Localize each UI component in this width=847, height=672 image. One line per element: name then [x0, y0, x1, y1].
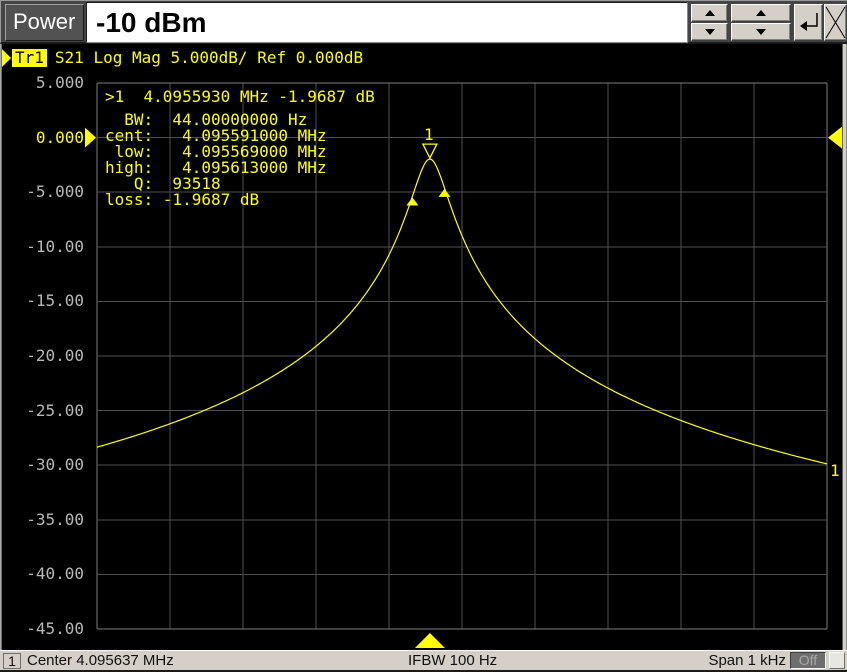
channel-badge: 1 [3, 653, 21, 669]
close-icon [825, 6, 846, 39]
down-arrow-icon [756, 29, 766, 35]
trigger-off-indicator: Off [790, 652, 826, 669]
center-frequency-readout: Center 4.095637 MHz [27, 652, 174, 670]
window-left-edge [0, 44, 2, 650]
up-arrow-icon [705, 10, 715, 16]
enter-icon [798, 10, 820, 36]
bandwidth-search-readout: BW: 44.00000000 Hz cent: 4.095591000 MHz… [105, 112, 327, 208]
ifbw-readout: IFBW 100 Hz [408, 652, 497, 670]
up-arrow-icon [756, 10, 766, 16]
trace-settings-text: S21 Log Mag 5.000dB/ Ref 0.000dB [55, 48, 363, 67]
spin-up-small-button[interactable] [691, 4, 728, 22]
window-right-edge [842, 44, 847, 650]
close-button[interactable] [824, 4, 847, 41]
trace1-badge[interactable]: Tr1 [12, 49, 47, 67]
vna-screen: Power -10 dBm 11 [0, 0, 847, 672]
power-value-field[interactable]: -10 dBm [86, 2, 688, 43]
power-button[interactable]: Power [5, 4, 84, 41]
spin-down-large-button[interactable] [731, 23, 791, 41]
marker1-readout: >1 4.0955930 MHz -1.9687 dB [105, 89, 375, 105]
entry-title-bar: Power -10 dBm [0, 0, 847, 44]
spin-down-small-button[interactable] [691, 23, 728, 41]
status-bar: 1 Center 4.095637 MHz IFBW 100 Hz Span 1… [0, 650, 847, 672]
enter-button[interactable] [794, 4, 823, 41]
span-readout: Span 1 kHz [708, 652, 786, 670]
active-trace-arrow-icon [2, 49, 11, 67]
down-arrow-icon [705, 29, 715, 35]
spin-up-large-button[interactable] [731, 4, 791, 22]
trace-status-line: Tr1 S21 Log Mag 5.000dB/ Ref 0.000dB [2, 48, 363, 67]
status-blank-box [829, 652, 845, 669]
